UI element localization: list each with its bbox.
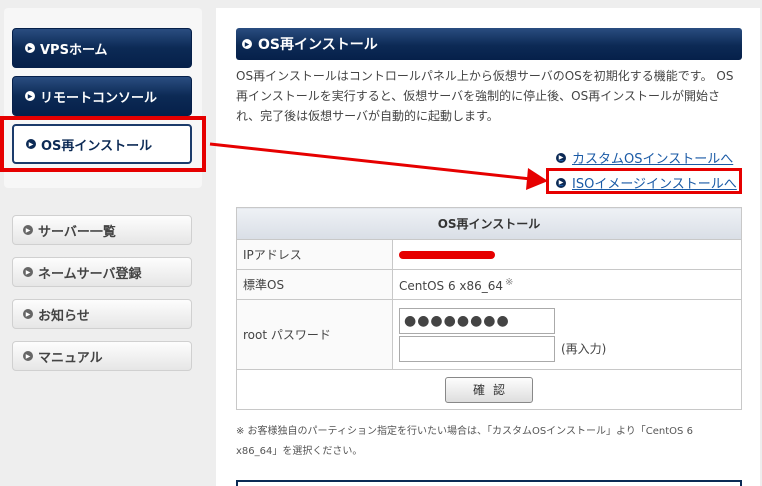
ip-address-label: IPアドレス — [236, 239, 393, 270]
play-bullet-icon: ▶ — [25, 91, 35, 101]
sidebar-item-label: サーバー一覧 — [38, 224, 116, 240]
standard-os-cell: CentOS 6 x86_64 ※ — [392, 269, 742, 300]
link-label: カスタムOSインストールへ — [572, 152, 734, 167]
footnote: ※ お客様独自のパーティション指定を行いたい場合は、「カスタムOSインストール」… — [236, 426, 693, 457]
main-content: ▶ OS再インストール OS再インストールはコントロールパネル上から仮想サーバの… — [216, 8, 760, 486]
highlight-box-os-reinstall — [0, 116, 206, 172]
play-bullet-icon: ▶ — [25, 43, 35, 53]
ip-address-value — [392, 239, 742, 270]
sidebar-item-label: リモートコンソール — [40, 90, 158, 106]
os-reinstall-form: OS再インストール IPアドレス 標準OS CentOS 6 x86_64 ※ r… — [236, 207, 742, 410]
sidebar-item-label: VPSホーム — [40, 42, 108, 58]
standard-os-value: CentOS 6 x86_64 — [399, 278, 504, 293]
page-description: OS再インストールはコントロールパネル上から仮想サーバのOSを初期化する機能です… — [236, 69, 734, 123]
root-password-input[interactable]: ●●●●●●●● — [399, 307, 555, 334]
confirm-row: 確認 — [236, 369, 742, 410]
play-bullet-icon: ▶ — [242, 39, 252, 49]
sidebar-item-vps-home[interactable]: ▶ VPSホーム — [12, 28, 192, 68]
custom-os-install-link[interactable]: ▶ カスタムOSインストールへ — [556, 148, 733, 167]
page-title-bar: ▶ OS再インストール — [236, 28, 742, 60]
sidebar-item-label: お知らせ — [38, 308, 90, 324]
sidebar-item-server-list[interactable]: ▶ サーバー一覧 — [12, 215, 192, 245]
redacted-ip-mark — [399, 251, 495, 259]
note-mark: ※ — [505, 276, 514, 288]
reenter-note: (再入力) — [561, 342, 607, 356]
sidebar-item-label: マニュアル — [38, 350, 103, 366]
root-password-cell: ●●●●●●●● (再入力) — [392, 299, 742, 370]
highlight-box-iso-link — [546, 168, 742, 194]
play-bullet-icon: ▶ — [23, 225, 33, 235]
play-bullet-icon: ▶ — [23, 351, 33, 361]
standard-os-label: 標準OS — [236, 269, 393, 300]
sidebar: ▶ VPSホーム ▶ リモートコンソール ▶ OS再インストール ▶ サーバー一… — [0, 0, 206, 486]
sidebar-item-nameserver[interactable]: ▶ ネームサーバ登録 — [12, 257, 192, 287]
form-caption: OS再インストール — [236, 207, 742, 240]
sidebar-item-news[interactable]: ▶ お知らせ — [12, 299, 192, 329]
next-section-border — [236, 480, 742, 486]
play-bullet-icon: ▶ — [556, 152, 566, 163]
root-password-confirm-input[interactable] — [399, 335, 555, 362]
confirm-button[interactable]: 確認 — [445, 376, 533, 403]
sidebar-item-label: ネームサーバ登録 — [38, 266, 142, 282]
play-bullet-icon: ▶ — [23, 267, 33, 277]
sidebar-item-remote-console[interactable]: ▶ リモートコンソール — [12, 76, 192, 116]
sidebar-item-manual[interactable]: ▶ マニュアル — [12, 341, 192, 371]
page-title: OS再インストール — [258, 37, 378, 53]
root-password-label: root パスワード — [236, 299, 393, 370]
password-mask: ●●●●●●●● — [404, 312, 510, 329]
play-bullet-icon: ▶ — [23, 309, 33, 319]
